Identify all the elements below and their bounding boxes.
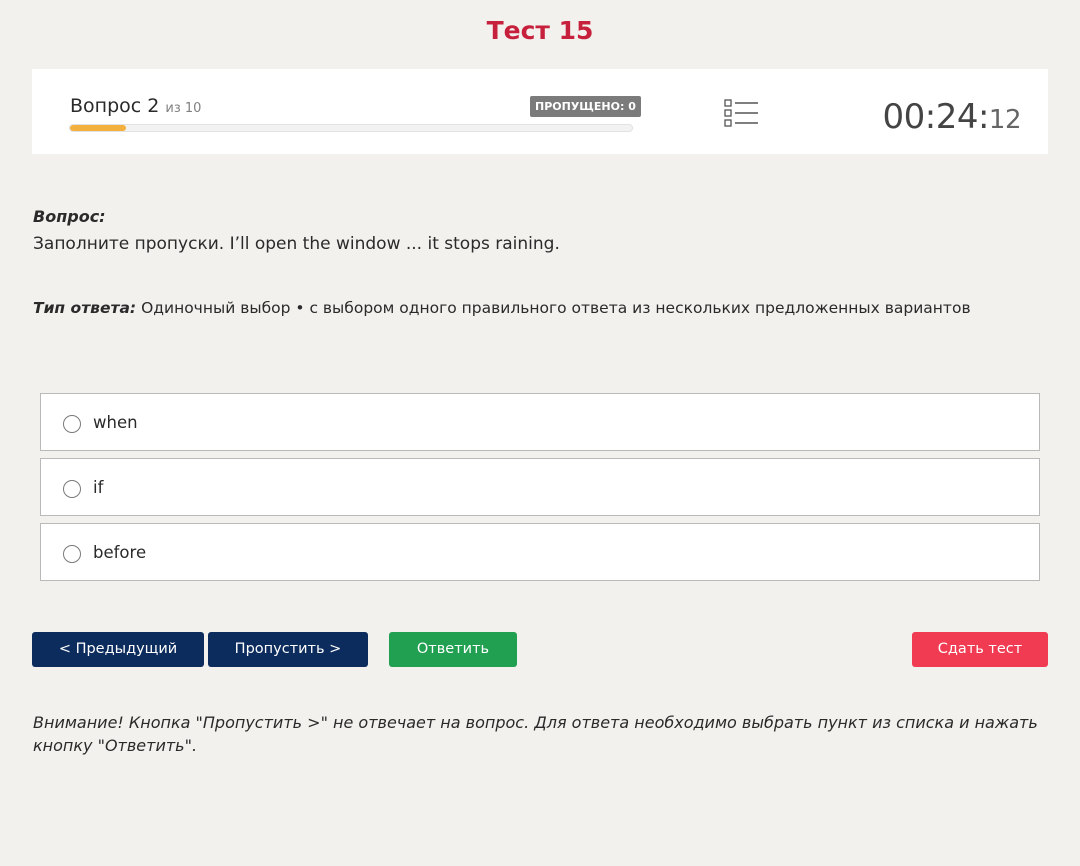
timer-main: 00:24:	[882, 97, 989, 137]
question-text: Заполните пропуски. I’ll open the window…	[33, 234, 560, 254]
question-counter: Вопрос 2 из 10	[70, 95, 201, 117]
list-icon-svg	[724, 99, 758, 127]
answer-type: Тип ответа: Одиночный выбор • с выбором …	[33, 299, 971, 317]
option-if[interactable]: if	[40, 458, 1040, 516]
test-page: Тест 15 Вопрос 2 из 10 ПРОПУЩЕНО: 0 00:2…	[0, 0, 1080, 866]
timer: 00:24:12	[882, 97, 1021, 137]
question-header: Вопрос 2 из 10 ПРОПУЩЕНО: 0 00:24:12	[32, 69, 1048, 154]
radio-icon[interactable]	[63, 415, 81, 433]
radio-icon[interactable]	[63, 545, 81, 563]
option-label: when	[93, 413, 138, 432]
answer-button[interactable]: Ответить	[389, 632, 517, 667]
progress-bar	[69, 124, 633, 132]
timer-seconds: 12	[988, 105, 1022, 135]
option-label: before	[93, 543, 147, 562]
page-title: Тест 15	[486, 16, 594, 45]
option-label: if	[93, 478, 104, 497]
answer-options: when if before	[40, 393, 1040, 588]
question-total: из 10	[165, 101, 202, 116]
option-when[interactable]: when	[40, 393, 1040, 451]
finish-test-button[interactable]: Сдать тест	[912, 632, 1048, 667]
question-label: Вопрос:	[33, 207, 106, 226]
answer-type-label: Тип ответа:	[33, 299, 137, 317]
answer-type-value: Одиночный выбор • с выбором одного прави…	[141, 299, 971, 317]
skipped-badge: ПРОПУЩЕНО: 0	[530, 96, 641, 117]
question-number: Вопрос 2	[70, 95, 160, 117]
skip-button[interactable]: Пропустить >	[208, 632, 368, 667]
option-before[interactable]: before	[40, 523, 1040, 581]
warning-note: Внимание! Кнопка "Пропустить >" не отвеч…	[33, 713, 1038, 755]
progress-fill	[70, 125, 127, 131]
question-list-icon[interactable]	[724, 98, 760, 130]
radio-icon[interactable]	[63, 480, 81, 498]
previous-button[interactable]: < Предыдущий	[32, 632, 204, 667]
